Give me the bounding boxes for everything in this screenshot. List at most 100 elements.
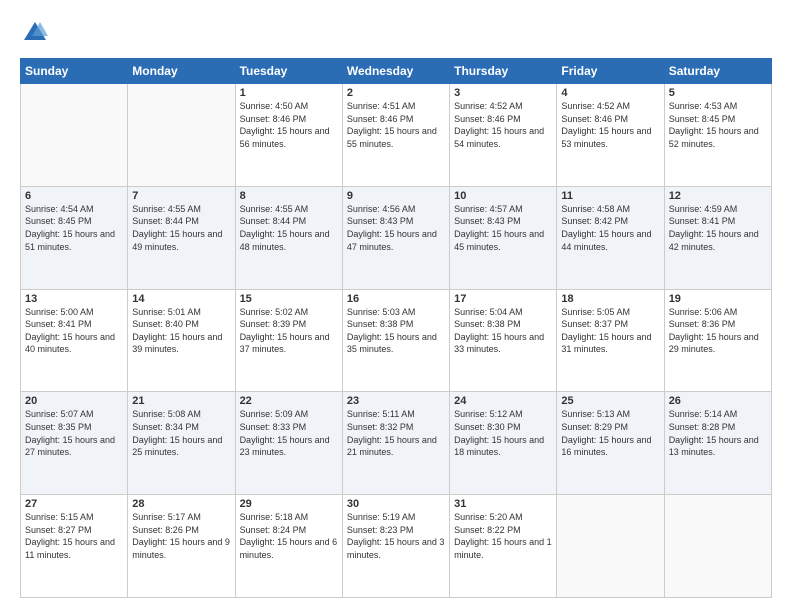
day-of-week-header: Monday <box>128 59 235 84</box>
sunset-text: Sunset: 8:41 PM <box>25 318 123 331</box>
daylight-text: Daylight: 15 hours and 11 minutes. <box>25 536 123 561</box>
day-info: Sunrise: 4:56 AMSunset: 8:43 PMDaylight:… <box>347 203 445 253</box>
sunrise-text: Sunrise: 5:04 AM <box>454 306 552 319</box>
sunrise-text: Sunrise: 4:58 AM <box>561 203 659 216</box>
sunrise-text: Sunrise: 4:51 AM <box>347 100 445 113</box>
sunset-text: Sunset: 8:30 PM <box>454 421 552 434</box>
sunset-text: Sunset: 8:23 PM <box>347 524 445 537</box>
logo-icon <box>20 18 50 48</box>
day-info: Sunrise: 5:07 AMSunset: 8:35 PMDaylight:… <box>25 408 123 458</box>
day-info: Sunrise: 4:50 AMSunset: 8:46 PMDaylight:… <box>240 100 338 150</box>
calendar-cell: 27Sunrise: 5:15 AMSunset: 8:27 PMDayligh… <box>21 495 128 598</box>
daylight-text: Daylight: 15 hours and 53 minutes. <box>561 125 659 150</box>
day-number: 12 <box>669 190 767 202</box>
sunrise-text: Sunrise: 5:03 AM <box>347 306 445 319</box>
sunrise-text: Sunrise: 5:07 AM <box>25 408 123 421</box>
calendar-cell: 21Sunrise: 5:08 AMSunset: 8:34 PMDayligh… <box>128 392 235 495</box>
sunrise-text: Sunrise: 4:54 AM <box>25 203 123 216</box>
calendar-cell: 3Sunrise: 4:52 AMSunset: 8:46 PMDaylight… <box>450 84 557 187</box>
daylight-text: Daylight: 15 hours and 37 minutes. <box>240 331 338 356</box>
day-info: Sunrise: 4:55 AMSunset: 8:44 PMDaylight:… <box>240 203 338 253</box>
sunset-text: Sunset: 8:26 PM <box>132 524 230 537</box>
sunrise-text: Sunrise: 5:08 AM <box>132 408 230 421</box>
calendar-cell: 24Sunrise: 5:12 AMSunset: 8:30 PMDayligh… <box>450 392 557 495</box>
sunrise-text: Sunrise: 5:17 AM <box>132 511 230 524</box>
daylight-text: Daylight: 15 hours and 55 minutes. <box>347 125 445 150</box>
sunrise-text: Sunrise: 5:06 AM <box>669 306 767 319</box>
day-number: 18 <box>561 293 659 305</box>
calendar-cell: 10Sunrise: 4:57 AMSunset: 8:43 PMDayligh… <box>450 186 557 289</box>
day-info: Sunrise: 4:53 AMSunset: 8:45 PMDaylight:… <box>669 100 767 150</box>
calendar-cell <box>557 495 664 598</box>
calendar-cell: 17Sunrise: 5:04 AMSunset: 8:38 PMDayligh… <box>450 289 557 392</box>
day-number: 14 <box>132 293 230 305</box>
day-info: Sunrise: 5:13 AMSunset: 8:29 PMDaylight:… <box>561 408 659 458</box>
calendar-week-row: 27Sunrise: 5:15 AMSunset: 8:27 PMDayligh… <box>21 495 772 598</box>
day-number: 21 <box>132 395 230 407</box>
day-number: 9 <box>347 190 445 202</box>
day-info: Sunrise: 5:08 AMSunset: 8:34 PMDaylight:… <box>132 408 230 458</box>
daylight-text: Daylight: 15 hours and 29 minutes. <box>669 331 767 356</box>
daylight-text: Daylight: 15 hours and 25 minutes. <box>132 434 230 459</box>
sunset-text: Sunset: 8:43 PM <box>347 215 445 228</box>
day-of-week-header: Thursday <box>450 59 557 84</box>
header <box>20 18 772 48</box>
daylight-text: Daylight: 15 hours and 21 minutes. <box>347 434 445 459</box>
sunrise-text: Sunrise: 5:02 AM <box>240 306 338 319</box>
calendar-cell: 14Sunrise: 5:01 AMSunset: 8:40 PMDayligh… <box>128 289 235 392</box>
sunrise-text: Sunrise: 5:14 AM <box>669 408 767 421</box>
sunset-text: Sunset: 8:44 PM <box>132 215 230 228</box>
daylight-text: Daylight: 15 hours and 47 minutes. <box>347 228 445 253</box>
sunrise-text: Sunrise: 5:11 AM <box>347 408 445 421</box>
calendar-cell <box>21 84 128 187</box>
calendar-cell: 4Sunrise: 4:52 AMSunset: 8:46 PMDaylight… <box>557 84 664 187</box>
sunset-text: Sunset: 8:46 PM <box>240 113 338 126</box>
calendar-cell: 1Sunrise: 4:50 AMSunset: 8:46 PMDaylight… <box>235 84 342 187</box>
calendar-cell: 2Sunrise: 4:51 AMSunset: 8:46 PMDaylight… <box>342 84 449 187</box>
day-number: 3 <box>454 87 552 99</box>
day-number: 15 <box>240 293 338 305</box>
calendar-cell: 28Sunrise: 5:17 AMSunset: 8:26 PMDayligh… <box>128 495 235 598</box>
calendar-week-row: 20Sunrise: 5:07 AMSunset: 8:35 PMDayligh… <box>21 392 772 495</box>
sunset-text: Sunset: 8:43 PM <box>454 215 552 228</box>
day-info: Sunrise: 5:02 AMSunset: 8:39 PMDaylight:… <box>240 306 338 356</box>
day-of-week-header: Sunday <box>21 59 128 84</box>
calendar-cell: 15Sunrise: 5:02 AMSunset: 8:39 PMDayligh… <box>235 289 342 392</box>
day-of-week-header: Saturday <box>664 59 771 84</box>
day-number: 8 <box>240 190 338 202</box>
calendar-cell: 22Sunrise: 5:09 AMSunset: 8:33 PMDayligh… <box>235 392 342 495</box>
sunset-text: Sunset: 8:33 PM <box>240 421 338 434</box>
day-number: 2 <box>347 87 445 99</box>
sunrise-text: Sunrise: 5:18 AM <box>240 511 338 524</box>
calendar-cell <box>664 495 771 598</box>
calendar-cell: 25Sunrise: 5:13 AMSunset: 8:29 PMDayligh… <box>557 392 664 495</box>
calendar-cell: 29Sunrise: 5:18 AMSunset: 8:24 PMDayligh… <box>235 495 342 598</box>
day-number: 23 <box>347 395 445 407</box>
day-number: 5 <box>669 87 767 99</box>
calendar-cell: 30Sunrise: 5:19 AMSunset: 8:23 PMDayligh… <box>342 495 449 598</box>
sunrise-text: Sunrise: 4:55 AM <box>132 203 230 216</box>
day-info: Sunrise: 5:05 AMSunset: 8:37 PMDaylight:… <box>561 306 659 356</box>
day-info: Sunrise: 5:14 AMSunset: 8:28 PMDaylight:… <box>669 408 767 458</box>
day-info: Sunrise: 5:15 AMSunset: 8:27 PMDaylight:… <box>25 511 123 561</box>
calendar-cell: 18Sunrise: 5:05 AMSunset: 8:37 PMDayligh… <box>557 289 664 392</box>
page: SundayMondayTuesdayWednesdayThursdayFrid… <box>0 0 792 612</box>
day-of-week-header: Wednesday <box>342 59 449 84</box>
daylight-text: Daylight: 15 hours and 23 minutes. <box>240 434 338 459</box>
daylight-text: Daylight: 15 hours and 13 minutes. <box>669 434 767 459</box>
calendar-table: SundayMondayTuesdayWednesdayThursdayFrid… <box>20 58 772 598</box>
daylight-text: Daylight: 15 hours and 33 minutes. <box>454 331 552 356</box>
calendar-cell: 31Sunrise: 5:20 AMSunset: 8:22 PMDayligh… <box>450 495 557 598</box>
day-number: 20 <box>25 395 123 407</box>
day-info: Sunrise: 5:18 AMSunset: 8:24 PMDaylight:… <box>240 511 338 561</box>
day-info: Sunrise: 5:00 AMSunset: 8:41 PMDaylight:… <box>25 306 123 356</box>
calendar-cell: 9Sunrise: 4:56 AMSunset: 8:43 PMDaylight… <box>342 186 449 289</box>
calendar-cell: 26Sunrise: 5:14 AMSunset: 8:28 PMDayligh… <box>664 392 771 495</box>
daylight-text: Daylight: 15 hours and 44 minutes. <box>561 228 659 253</box>
day-number: 25 <box>561 395 659 407</box>
sunset-text: Sunset: 8:42 PM <box>561 215 659 228</box>
calendar-week-row: 1Sunrise: 4:50 AMSunset: 8:46 PMDaylight… <box>21 84 772 187</box>
calendar-cell: 12Sunrise: 4:59 AMSunset: 8:41 PMDayligh… <box>664 186 771 289</box>
day-info: Sunrise: 4:51 AMSunset: 8:46 PMDaylight:… <box>347 100 445 150</box>
sunset-text: Sunset: 8:32 PM <box>347 421 445 434</box>
